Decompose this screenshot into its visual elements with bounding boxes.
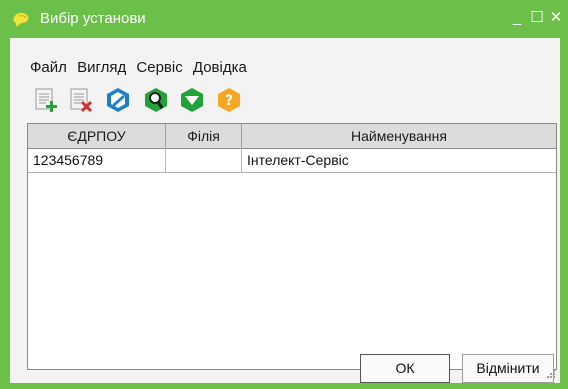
dialog-body: Файл Вигляд Сервіс Довідка ? ЄДРПОУ Філі…: [10, 38, 560, 383]
table-row[interactable]: 123456789 Інтелект-Сервіс: [28, 148, 556, 173]
maximize-icon[interactable]: ☐: [528, 8, 546, 28]
column-header-name[interactable]: Найменування: [242, 124, 556, 148]
delete-document-icon[interactable]: [67, 86, 95, 114]
svg-text:?: ?: [225, 93, 233, 109]
window-title: Вибір установи: [40, 10, 146, 27]
resize-grip-icon[interactable]: [546, 369, 556, 379]
close-icon[interactable]: ✕: [547, 8, 565, 28]
dialog-window: Вибір установи _ ☐ ✕ Файл Вигляд Сервіс …: [0, 0, 568, 389]
add-document-icon[interactable]: [32, 86, 60, 114]
menu-help[interactable]: Довідка: [193, 59, 247, 76]
minimize-icon[interactable]: _: [508, 8, 526, 28]
edit-hex-icon[interactable]: [104, 86, 132, 114]
menu-bar: Файл Вигляд Сервіс Довідка: [30, 59, 253, 77]
column-header-branch[interactable]: Філія: [166, 124, 242, 148]
cancel-button[interactable]: Відмінити: [462, 354, 554, 383]
filter-hex-icon[interactable]: [178, 86, 206, 114]
ok-button[interactable]: ОК: [360, 354, 450, 383]
cell-edrpou: 123456789: [28, 148, 166, 172]
table-header: ЄДРПОУ Філія Найменування: [28, 124, 556, 149]
column-header-edrpou[interactable]: ЄДРПОУ: [28, 124, 166, 148]
title-bar[interactable]: Вибір установи _ ☐ ✕: [0, 0, 568, 38]
institution-table: ЄДРПОУ Філія Найменування 123456789 Інте…: [27, 123, 557, 370]
cell-branch: [166, 148, 242, 172]
menu-view[interactable]: Вигляд: [77, 59, 126, 76]
search-hex-icon[interactable]: [142, 86, 170, 114]
app-logo-icon: [13, 12, 29, 27]
menu-service[interactable]: Сервіс: [136, 59, 182, 76]
help-hex-icon[interactable]: ?: [215, 86, 243, 114]
menu-file[interactable]: Файл: [30, 59, 67, 76]
cell-name: Інтелект-Сервіс: [247, 152, 349, 168]
